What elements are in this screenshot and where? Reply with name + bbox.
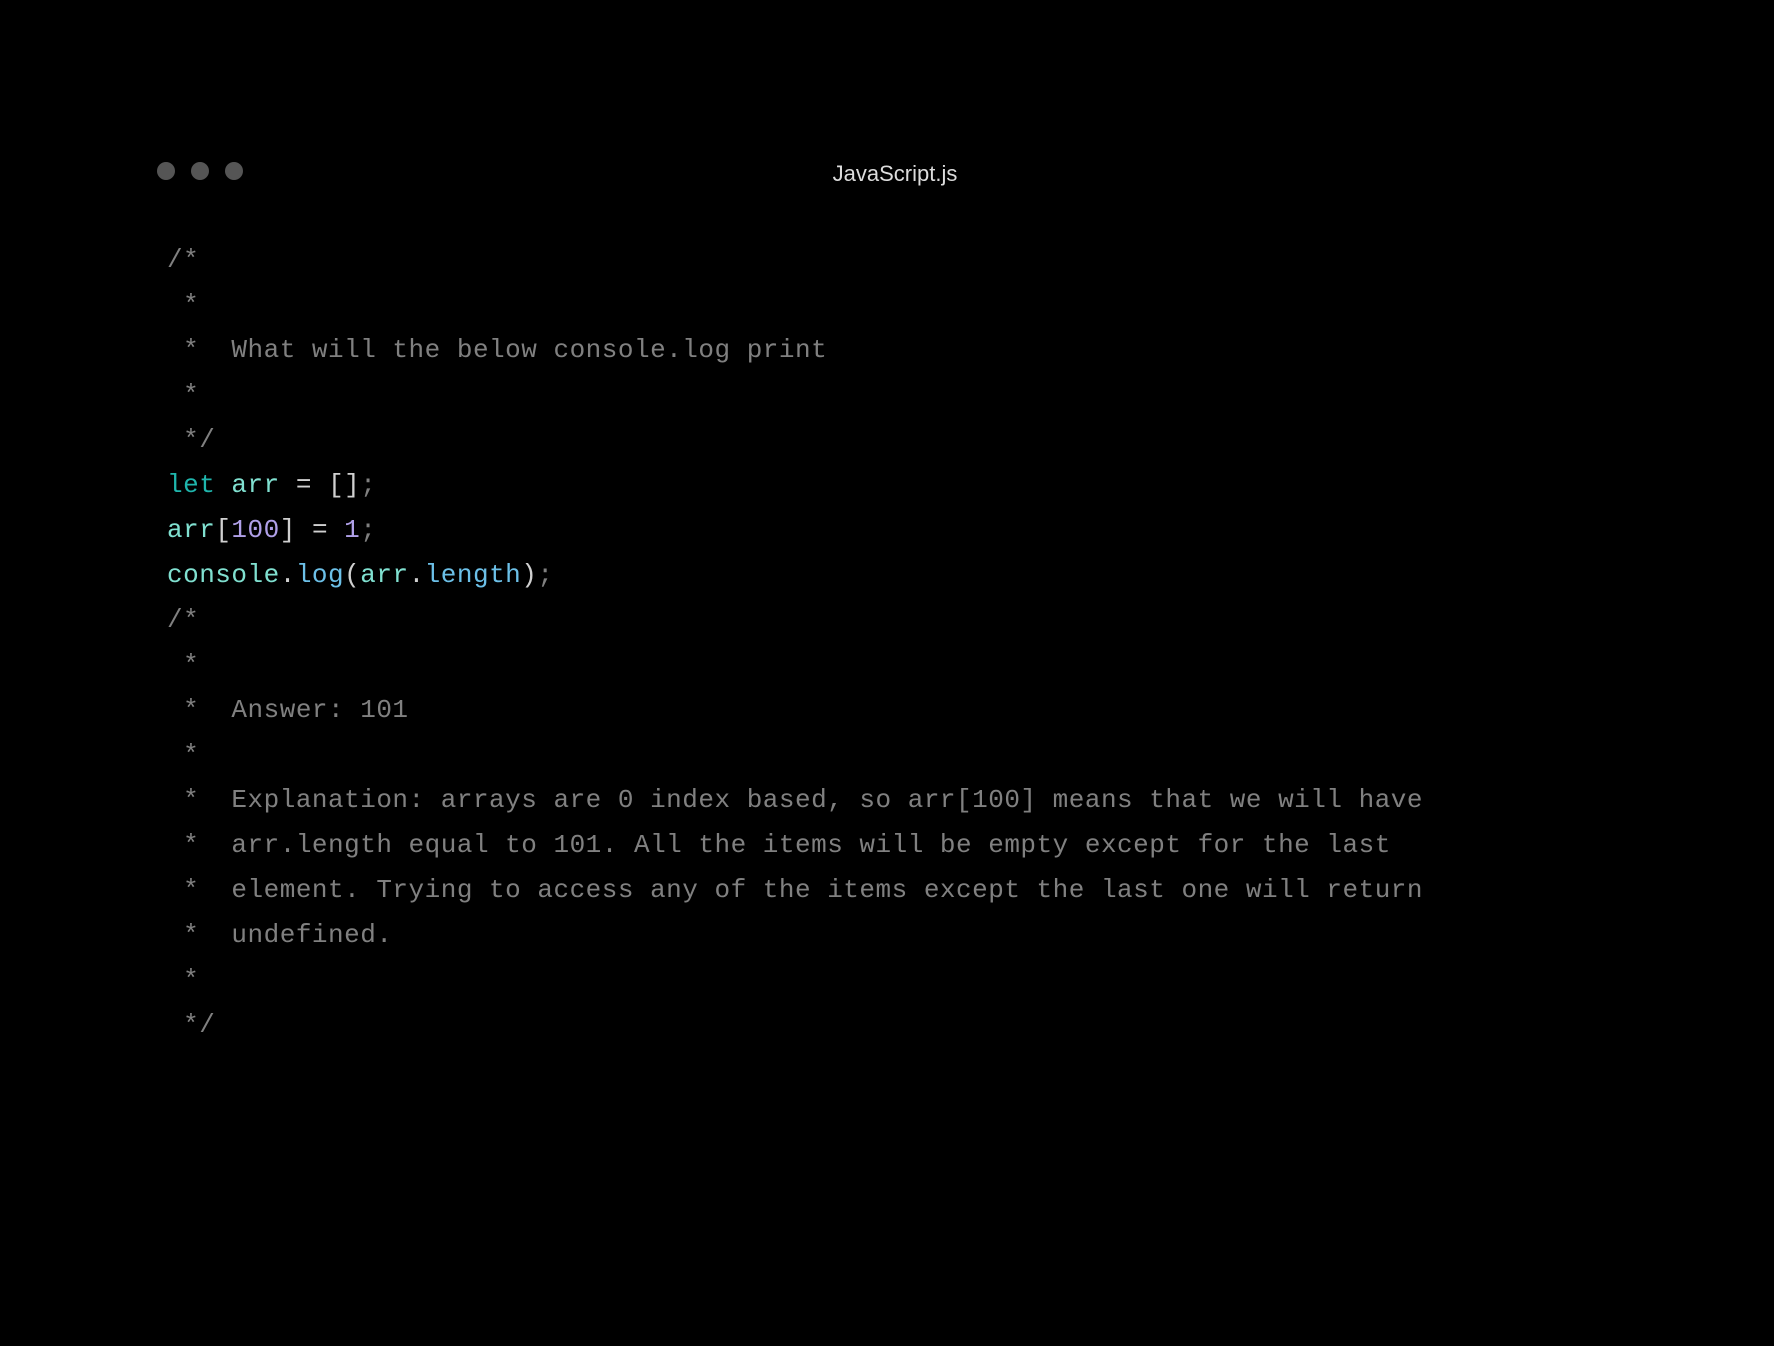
title-bar: JavaScript.js [135, 140, 1655, 180]
bracket-open: [ [215, 515, 231, 545]
code-area[interactable]: /* * * What will the below console.log p… [135, 238, 1655, 1048]
number-literal: 1 [344, 515, 360, 545]
space [280, 470, 296, 500]
code-line: let arr = []; [167, 463, 1655, 508]
operator-equals: = [296, 470, 312, 500]
space [296, 515, 312, 545]
space [312, 470, 328, 500]
identifier-arr: arr [231, 470, 279, 500]
bracket-close: ] [344, 470, 360, 500]
identifier-arr: arr [167, 515, 215, 545]
editor-window: JavaScript.js /* * * What will the below… [135, 140, 1655, 1048]
code-line: */ [167, 1003, 1655, 1048]
identifier-arr: arr [360, 560, 408, 590]
method-log: log [296, 560, 344, 590]
space [215, 470, 231, 500]
code-line: * Explanation: arrays are 0 index based,… [167, 778, 1655, 823]
code-line: * undefined. [167, 913, 1655, 958]
code-line: * [167, 373, 1655, 418]
code-line: /* [167, 598, 1655, 643]
code-line: console.log(arr.length); [167, 553, 1655, 598]
code-line: * Answer: 101 [167, 688, 1655, 733]
dot: . [409, 560, 425, 590]
code-line: * [167, 958, 1655, 1003]
code-line: * arr.length equal to 101. All the items… [167, 823, 1655, 868]
operator-equals: = [312, 515, 328, 545]
code-line: * What will the below console.log print [167, 328, 1655, 373]
code-line: * [167, 283, 1655, 328]
code-line: * element. Trying to access any of the i… [167, 868, 1655, 913]
keyword-let: let [167, 470, 215, 500]
paren-open: ( [344, 560, 360, 590]
code-line: */ [167, 418, 1655, 463]
semicolon: ; [537, 560, 553, 590]
semicolon: ; [360, 515, 376, 545]
code-line: * [167, 643, 1655, 688]
bracket-open: [ [328, 470, 344, 500]
property-length: length [425, 560, 522, 590]
dot: . [280, 560, 296, 590]
space [328, 515, 344, 545]
code-line: arr[100] = 1; [167, 508, 1655, 553]
window-title: JavaScript.js [135, 161, 1655, 187]
identifier-console: console [167, 560, 280, 590]
semicolon: ; [360, 470, 376, 500]
code-line: /* [167, 238, 1655, 283]
code-line: * [167, 733, 1655, 778]
bracket-close: ] [280, 515, 296, 545]
paren-close: ) [521, 560, 537, 590]
number-literal: 100 [231, 515, 279, 545]
